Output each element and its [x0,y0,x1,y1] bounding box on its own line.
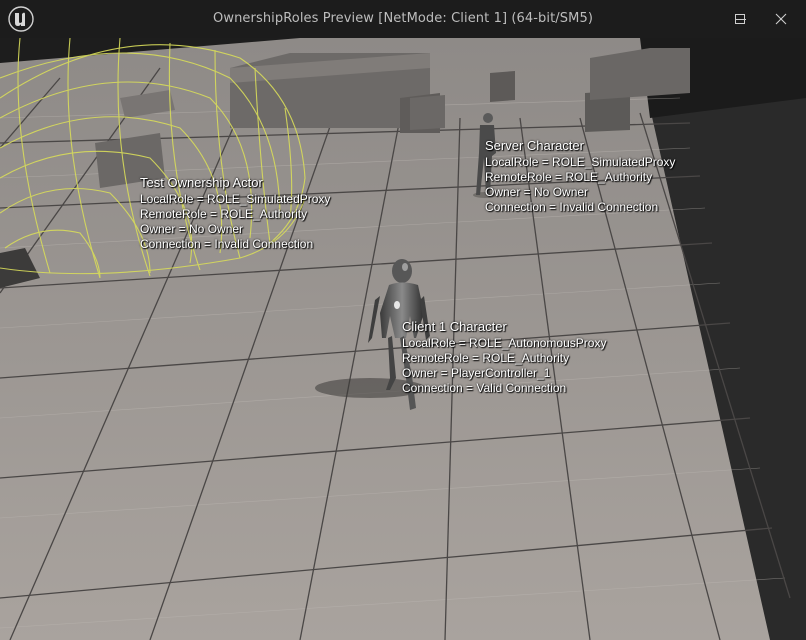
client-character-title: Client 1 Character [402,319,507,334]
client-character-label: Client 1 Character LocalRole = ROLE_Auto… [402,319,606,396]
test-actor-label: Test Ownership Actor LocalRole = ROLE_Si… [140,175,330,252]
window-title: OwnershipRoles Preview [NetMode: Client … [213,11,593,26]
test-connection: Connection = Invalid Connection [140,237,314,251]
server-owner: Owner = No Owner [485,185,589,199]
server-local-role: LocalRole = ROLE_SimulatedProxy [485,155,676,169]
test-owner: Owner = No Owner [140,222,244,236]
client-local-role: LocalRole = ROLE_AutonomousProxy [402,336,607,350]
server-connection: Connection = Invalid Connection [485,200,659,214]
test-local-role: LocalRole = ROLE_SimulatedProxy [140,192,331,206]
close-icon [775,13,787,25]
server-character-title: Server Character [485,138,584,153]
server-character-label: Server Character LocalRole = ROLE_Simula… [485,138,675,215]
server-remote-role: RemoteRole = ROLE_Authority [485,170,653,184]
test-actor-title: Test Ownership Actor [140,175,263,190]
game-viewport[interactable]: Server Character LocalRole = ROLE_Simula… [0,38,806,640]
maximize-icon [735,14,745,24]
test-remote-role: RemoteRole = ROLE_Authority [140,207,308,221]
close-button[interactable] [762,0,800,38]
title-bar[interactable]: OwnershipRoles Preview [NetMode: Client … [0,0,806,38]
game-window: OwnershipRoles Preview [NetMode: Client … [0,0,806,640]
client-remote-role: RemoteRole = ROLE_Authority [402,351,570,365]
client-connection: Connection = Valid Connection [402,381,567,395]
maximize-button[interactable] [721,0,759,38]
client-owner: Owner = PlayerController_1 [402,366,551,380]
